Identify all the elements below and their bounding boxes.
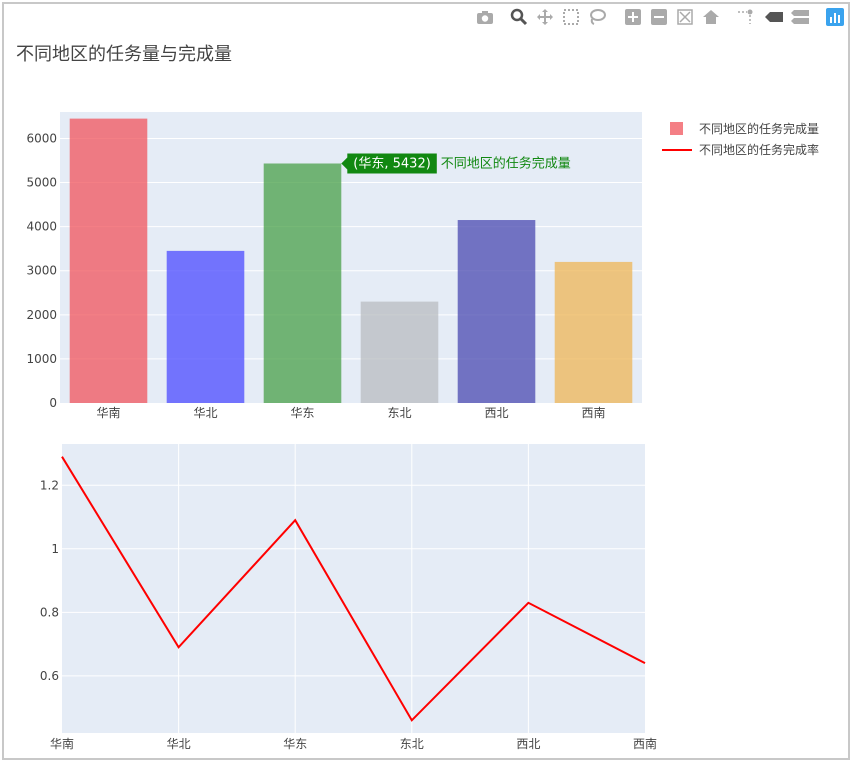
bar	[69, 118, 148, 403]
tooltip-value: (华东, 5432)	[353, 156, 431, 171]
hover-tooltip: (华东, 5432)	[341, 153, 437, 174]
legend-bar-label: 不同地区的任务完成量	[699, 121, 819, 136]
bar-y-tick-label: 0	[49, 396, 57, 410]
line-x-tick-label: 西南	[633, 736, 657, 751]
bar	[263, 163, 342, 403]
line-y-tick-label: 0.8	[40, 605, 59, 619]
line-x-tick-label: 华南	[50, 736, 74, 751]
bar-y-tick-label: 5000	[26, 176, 57, 190]
bar-x-tick-label: 华南	[96, 405, 120, 420]
line-x-tick-label: 华东	[283, 737, 307, 751]
bar-y-tick-label: 4000	[26, 220, 57, 234]
bar	[457, 220, 536, 403]
chart-svg: 0100020003000400050006000华南 华北 华东 东北 西北 西南(华东…	[26, 112, 819, 751]
line-x-tick-label: 华北	[167, 737, 191, 751]
line-plot-area	[62, 444, 645, 733]
bar-y-tick-label: 1000	[26, 352, 57, 366]
bar	[360, 301, 439, 403]
bar	[554, 261, 633, 403]
legend-line-label: 不同地区的任务完成率	[699, 142, 819, 157]
bar-x-tick-label: 西南	[581, 405, 605, 420]
bar-x-tick-label: 西北	[484, 406, 508, 420]
line-y-tick-label: 0.6	[40, 669, 59, 683]
tooltip-series-name: 不同地区的任务完成量	[441, 155, 571, 171]
bar-x-tick-label: 华东	[290, 406, 314, 420]
line-x-tick-label: 东北	[400, 737, 424, 751]
line-x-tick-label: 西北	[516, 737, 540, 751]
legend-bar-swatch	[670, 122, 683, 135]
bar-x-tick-label: 华北	[193, 406, 217, 420]
line-y-tick-label: 1.2	[40, 478, 59, 492]
bar-y-tick-label: 6000	[26, 131, 57, 145]
bar-y-tick-label: 2000	[26, 308, 57, 322]
line-y-tick-label: 1	[51, 542, 59, 556]
bar-x-tick-label: 东北	[387, 406, 411, 420]
bar	[166, 250, 245, 403]
bar-y-tick-label: 3000	[26, 264, 57, 278]
